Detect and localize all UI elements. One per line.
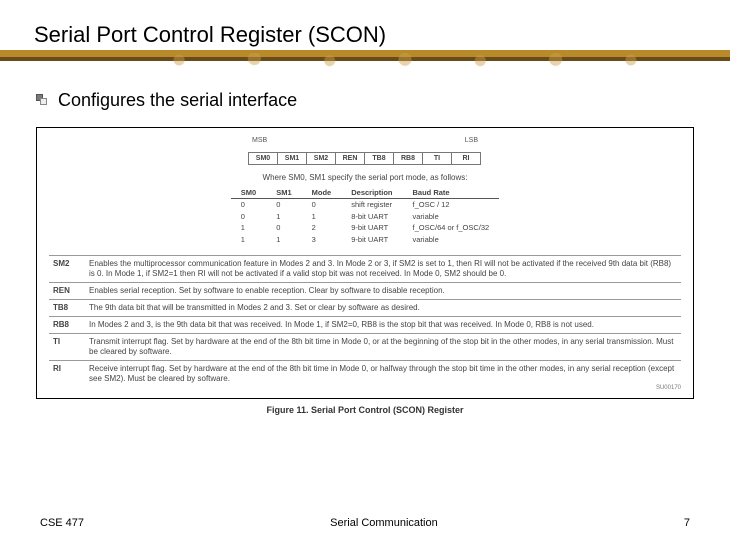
table-header-row: SM0 SM1 Mode Description Baud Rate — [231, 187, 499, 199]
footer-topic: Serial Communication — [330, 517, 438, 529]
slide: Serial Port Control Register (SCON) Conf… — [0, 0, 730, 415]
footer-page-number: 7 — [684, 517, 690, 529]
table-row: 1 0 2 9-bit UART f_OSC/64 or f_OSC/32 — [231, 222, 499, 233]
def-row: SM2 Enables the multiprocessor communica… — [49, 255, 681, 282]
def-key: SM2 — [49, 255, 85, 282]
bullet-text: Configures the serial interface — [58, 90, 297, 111]
def-row: REN Enables serial reception. Set by sof… — [49, 282, 681, 299]
def-key: REN — [49, 282, 85, 299]
register-bit-labels: MSB LSB — [49, 138, 681, 148]
register-bit: REN — [335, 152, 365, 165]
def-val: The 9th data bit that will be transmitte… — [85, 299, 681, 316]
register-diagram: SM0 SM1 SM2 REN TB8 RB8 TI RI — [49, 152, 681, 165]
th: Baud Rate — [403, 187, 500, 199]
register-bit: SM2 — [306, 152, 336, 165]
th: Description — [341, 187, 402, 199]
mode-table: SM0 SM1 Mode Description Baud Rate 0 0 0… — [231, 187, 499, 245]
def-val: In Modes 2 and 3, is the 9th data bit th… — [85, 316, 681, 333]
th: SM1 — [266, 187, 301, 199]
th: Mode — [302, 187, 342, 199]
bullet-icon — [36, 94, 48, 106]
def-key: TB8 — [49, 299, 85, 316]
register-bit: SM1 — [277, 152, 307, 165]
slide-footer: CSE 477 Serial Communication 7 — [0, 517, 730, 529]
table-row: 0 0 0 shift register f_OSC / 12 — [231, 199, 499, 211]
register-bit: TB8 — [364, 152, 394, 165]
def-val: Enables the multiprocessor communication… — [85, 255, 681, 282]
register-bit: TI — [422, 152, 452, 165]
figure-id: SU00170 — [49, 385, 681, 393]
register-bit: RB8 — [393, 152, 423, 165]
rule-scribble — [154, 53, 656, 67]
def-val: Enables serial reception. Set by softwar… — [85, 282, 681, 299]
def-row: TI Transmit interrupt flag. Set by hardw… — [49, 333, 681, 360]
figure-caption: Figure 11. Serial Port Control (SCON) Re… — [34, 405, 696, 415]
register-bit: SM0 — [248, 152, 278, 165]
def-key: TI — [49, 333, 85, 360]
def-val: Transmit interrupt flag. Set by hardware… — [85, 333, 681, 360]
figure-box: MSB LSB SM0 SM1 SM2 REN TB8 RB8 TI RI Wh… — [36, 127, 694, 399]
table-row: 1 1 3 9-bit UART variable — [231, 234, 499, 245]
def-val: Receive interrupt flag. Set by hardware … — [85, 360, 681, 387]
lsb-label: LSB — [465, 137, 478, 146]
register-bit: RI — [451, 152, 481, 165]
th: SM0 — [231, 187, 266, 199]
bit-definitions: SM2 Enables the multiprocessor communica… — [49, 255, 681, 387]
def-row: RI Receive interrupt flag. Set by hardwa… — [49, 360, 681, 387]
bullet-item: Configures the serial interface — [36, 90, 696, 111]
def-row: TB8 The 9th data bit that will be transm… — [49, 299, 681, 316]
def-key: RB8 — [49, 316, 85, 333]
msb-label: MSB — [252, 137, 267, 146]
slide-title: Serial Port Control Register (SCON) — [34, 22, 696, 48]
title-underline — [34, 50, 696, 72]
def-row: RB8 In Modes 2 and 3, is the 9th data bi… — [49, 316, 681, 333]
mode-explain: Where SM0, SM1 specify the serial port m… — [49, 173, 681, 183]
footer-course: CSE 477 — [40, 517, 84, 529]
def-key: RI — [49, 360, 85, 387]
table-row: 0 1 1 8-bit UART variable — [231, 211, 499, 222]
